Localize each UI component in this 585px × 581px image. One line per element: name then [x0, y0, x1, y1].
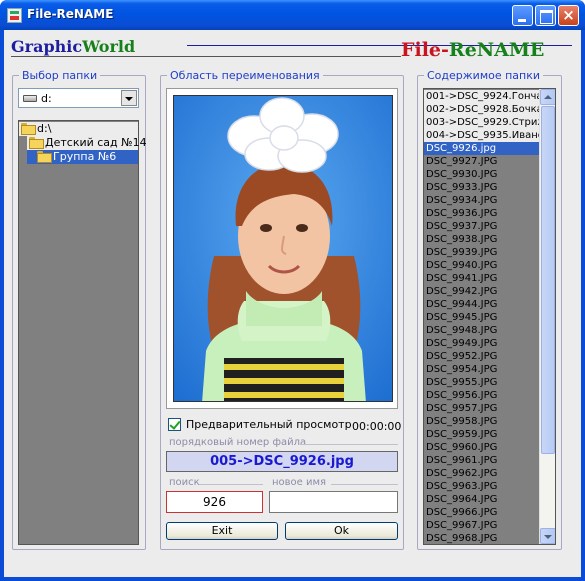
client-area: GraphicWorld File-ReNAME Выбор папки d: … [4, 30, 581, 577]
file-list-item[interactable]: DSC_9952.JPG [424, 350, 539, 363]
new-name-input[interactable] [269, 491, 398, 513]
search-legend: поиск [169, 477, 200, 488]
file-number-divider [300, 444, 398, 445]
drive-icon [23, 95, 37, 102]
file-list-item[interactable]: DSC_9927.JPG [424, 155, 539, 168]
scroll-down-icon[interactable] [540, 528, 555, 544]
tree-item-group[interactable]: Группа №6 [27, 150, 138, 164]
window-title: File-ReNAME [27, 7, 114, 21]
preview-label: Предварительный просмотр [186, 418, 352, 431]
file-list-item[interactable]: DSC_9963.JPG [424, 480, 539, 493]
close-button[interactable]: × [558, 5, 579, 26]
folder-open-icon [37, 151, 52, 163]
newname-divider [331, 484, 398, 485]
scroll-up-icon[interactable] [540, 89, 555, 105]
file-list-item[interactable]: DSC_9955.JPG [424, 376, 539, 389]
file-list-item[interactable]: DSC_9933.JPG [424, 181, 539, 194]
file-list-item[interactable]: DSC_9961.JPG [424, 454, 539, 467]
brand-right-part1: File- [401, 39, 449, 61]
minimize-button[interactable] [512, 5, 533, 26]
tree-item-label: d:\ [37, 122, 52, 135]
drive-value: d: [41, 92, 52, 105]
brand-left-part2: World [82, 37, 136, 56]
search-divider [199, 484, 263, 485]
app-icon [7, 8, 22, 23]
drive-select[interactable]: d: [18, 88, 139, 108]
folder-icon [21, 123, 36, 135]
scroll-thumb[interactable] [541, 106, 555, 454]
preview-checkbox[interactable] [168, 418, 181, 431]
file-list-item[interactable]: DSC_9939.JPG [424, 246, 539, 259]
file-list-item[interactable]: DSC_9942.JPG [424, 285, 539, 298]
photo-preview [173, 95, 393, 402]
ok-button[interactable]: Ok [285, 522, 398, 540]
file-list[interactable]: 001->DSC_9924.Гончаров 002->DSC_9928.Бочк… [423, 88, 556, 545]
brand-left-part1: Graphic [11, 37, 83, 56]
file-list-item[interactable]: DSC_9959.JPG [424, 428, 539, 441]
photo-preview-frame [166, 88, 398, 409]
contents-panel: Содержимое папки 001->DSC_9924.Гончаров 0… [417, 69, 562, 550]
folder-panel-legend: Выбор папки [19, 69, 101, 82]
file-list-item[interactable]: DSC_9934.JPG [424, 194, 539, 207]
file-list-item[interactable]: DSC_9966.JPG [424, 506, 539, 519]
file-list-item[interactable]: DSC_9941.JPG [424, 272, 539, 285]
file-list-item[interactable]: DSC_9945.JPG [424, 311, 539, 324]
contents-panel-legend: Содержимое папки [424, 69, 544, 82]
file-list-item[interactable]: DSC_9948.JPG [424, 324, 539, 337]
file-list-item[interactable]: DSC_9968.JPG [424, 532, 539, 544]
file-list-item[interactable]: DSC_9937.JPG [424, 220, 539, 233]
brand-right-part2: ReNAME [448, 39, 545, 61]
rename-panel-legend: Область переименования [167, 69, 323, 82]
brand-logo-right: File-ReNAME [401, 39, 544, 61]
exit-button[interactable]: Exit [166, 522, 278, 540]
file-list-item[interactable]: DSC_9962.JPG [424, 467, 539, 480]
child-portrait-image [174, 96, 392, 401]
folder-tree[interactable]: d:\ Детский сад №14 Группа №6 [18, 120, 147, 545]
file-list-item[interactable]: DSC_9938.JPG [424, 233, 539, 246]
file-list-item[interactable]: DSC_9949.JPG [424, 337, 539, 350]
search-input[interactable]: 926 [166, 491, 263, 513]
app-window: File-ReNAME × GraphicWorld File-ReNAME В… [0, 0, 585, 581]
maximize-button[interactable] [535, 5, 556, 26]
file-list-item[interactable]: DSC_9967.JPG [424, 519, 539, 532]
file-list-item[interactable]: 002->DSC_9928.Бочкарев [424, 103, 555, 116]
file-number-field: 005->DSC_9926.jpg [166, 451, 398, 472]
tree-item-label: Группа №6 [53, 150, 117, 163]
title-bar[interactable]: File-ReNAME × [0, 0, 585, 30]
file-list-item[interactable]: DSC_9958.JPG [424, 415, 539, 428]
brand-divider-bottom [11, 56, 401, 57]
file-list-item[interactable]: DSC_9944.JPG [424, 298, 539, 311]
rename-panel: Область переименования Предварительный п… [160, 69, 404, 550]
file-list-item[interactable]: 001->DSC_9924.Гончаров [424, 90, 555, 103]
folder-panel: Выбор папки d: d:\ Детский сад №14 Групп… [12, 69, 147, 550]
file-list-item[interactable]: DSC_9964.JPG [424, 493, 539, 506]
file-list-item[interactable]: DSC_9936.JPG [424, 207, 539, 220]
file-list-item[interactable]: DSC_9940.JPG [424, 259, 539, 272]
file-number-legend: порядковый номер файла [169, 437, 307, 448]
chevron-down-icon[interactable] [121, 90, 137, 106]
file-list-item[interactable]: 003->DSC_9929.Стрижов [424, 116, 555, 129]
newname-legend: новое имя [272, 477, 327, 488]
file-list-item[interactable]: DSC_9960.JPG [424, 441, 539, 454]
timer-display: 00:00:00 [352, 420, 402, 433]
file-list-item[interactable]: DSC_9954.JPG [424, 363, 539, 376]
tree-item-label: Детский сад №14 [45, 136, 147, 149]
file-list-item[interactable]: DSC_9956.JPG [424, 389, 539, 402]
file-list-scrollbar[interactable] [539, 89, 555, 544]
file-list-item[interactable]: DSC_9930.JPG [424, 168, 539, 181]
file-list-item[interactable]: DSC_9926.jpg [424, 142, 555, 155]
folder-icon [29, 137, 44, 149]
tree-item-drive[interactable]: d:\ [19, 122, 138, 136]
file-list-item[interactable]: DSC_9957.JPG [424, 402, 539, 415]
tree-item-kindergarten[interactable]: Детский сад №14 [27, 136, 147, 150]
brand-logo-left: GraphicWorld [11, 37, 135, 56]
file-list-item[interactable]: 004->DSC_9935.Иванов А [424, 129, 555, 142]
